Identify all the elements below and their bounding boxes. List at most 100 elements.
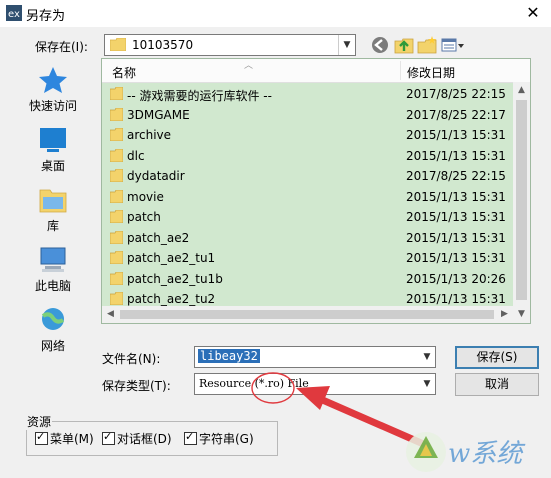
column-header-date[interactable]: 修改日期	[407, 64, 455, 81]
file-date: 2017/8/25 22:17	[406, 107, 506, 122]
folder-icon	[110, 87, 123, 100]
save-in-combo[interactable]: 10103570 ▼	[104, 34, 356, 56]
resources-title: 资源	[26, 413, 53, 430]
filename-value: libeay32	[198, 349, 260, 363]
file-name: patch_ae2_tu1	[127, 251, 216, 265]
desktop-icon	[40, 128, 66, 152]
close-button[interactable]: ✕	[523, 3, 543, 23]
file-date: 2015/1/13 15:31	[406, 189, 506, 204]
library-icon	[39, 189, 67, 213]
folder-icon	[110, 292, 123, 305]
list-item[interactable]: dlc 2015/1/13 15:31	[102, 146, 512, 166]
title-bar	[0, 0, 551, 27]
place-label: 此电脑	[34, 279, 71, 293]
new-folder-icon[interactable]	[417, 35, 437, 55]
file-name: dlc	[127, 148, 145, 163]
place-label: 库	[46, 219, 59, 233]
checkbox-checked-icon[interactable]	[35, 430, 48, 445]
place-label: 桌面	[40, 159, 65, 173]
dialog-checkbox[interactable]: 对话框(D)	[102, 430, 172, 447]
list-item[interactable]: patch_ae2_tu1b 2015/1/13 20:26	[102, 269, 512, 289]
sort-caret-icon: ︿	[244, 61, 254, 71]
file-name: patch_ae2_tu1b	[127, 271, 223, 286]
place-label: 快速访问	[28, 99, 77, 113]
back-icon[interactable]	[370, 35, 390, 55]
place-quick-access[interactable]: 快速访问	[18, 66, 88, 114]
list-item[interactable]: -- 游戏需要的运行库软件 -- 2017/8/25 22:15	[102, 84, 512, 104]
file-name: movie	[127, 189, 164, 204]
horizontal-scrollbar[interactable]: ◀ ▶	[102, 306, 513, 323]
watermark-logo: w系统	[406, 432, 526, 472]
folder-icon	[110, 230, 123, 244]
chevron-down-icon[interactable]: ▼	[419, 347, 435, 367]
file-name: patch_ae2	[127, 230, 190, 245]
computer-icon	[40, 247, 66, 272]
scroll-left-icon[interactable]: ◀	[102, 306, 119, 323]
chevron-down-icon[interactable]: ▼	[338, 35, 355, 55]
network-icon	[41, 308, 65, 330]
list-item[interactable]: patch 2015/1/13 15:31	[102, 207, 512, 227]
file-name: dydatadir	[127, 169, 185, 183]
file-date: 2015/1/13 15:31	[406, 230, 506, 245]
folder-icon	[110, 251, 123, 264]
app-icon: ex	[6, 5, 22, 21]
file-date: 2015/1/13 20:26	[406, 271, 506, 286]
file-date: 2017/8/25 22:15	[406, 169, 506, 183]
file-date: 2015/1/13 15:31	[406, 210, 506, 224]
file-name: patch_ae2_tu2	[127, 292, 216, 306]
save-button[interactable]: 保存(S)	[455, 346, 539, 369]
folder-icon	[110, 210, 123, 223]
checkbox-checked-icon[interactable]	[184, 430, 197, 445]
list-item[interactable]: archive 2015/1/13 15:31	[102, 125, 512, 145]
scroll-thumb[interactable]	[516, 100, 527, 300]
filename-input[interactable]: libeay32 ▼	[194, 346, 436, 368]
list-item[interactable]: patch_ae2_tu1 2015/1/13 15:31	[102, 248, 512, 268]
column-divider[interactable]	[400, 61, 401, 80]
scroll-thumb[interactable]	[120, 310, 494, 319]
place-library[interactable]: 库	[18, 186, 88, 234]
list-item[interactable]: movie 2015/1/13 15:31	[102, 187, 512, 207]
svg-text:ex: ex	[8, 9, 20, 20]
file-date: 2015/1/13 15:31	[406, 292, 506, 306]
folder-icon	[110, 148, 123, 162]
cancel-button[interactable]: 取消	[455, 373, 539, 396]
file-date: 2015/1/13 15:31	[406, 251, 506, 265]
file-date: 2017/8/25 22:15	[406, 87, 506, 101]
list-item[interactable]: dydatadir 2017/8/25 22:15	[102, 166, 512, 186]
folder-icon	[110, 271, 123, 285]
vertical-scrollbar[interactable]: ▲ ▼	[513, 82, 530, 323]
folder-icon	[110, 107, 123, 121]
place-network[interactable]: 网络	[18, 306, 88, 354]
place-this-pc[interactable]: 此电脑	[18, 246, 88, 294]
file-name: 3DMGAME	[127, 107, 190, 122]
checkbox-label: 对话框(D)	[117, 432, 172, 446]
menu-checkbox[interactable]: 菜单(M)	[35, 430, 94, 447]
folder-icon	[110, 38, 126, 51]
filetype-label: 保存类型(T):	[102, 379, 171, 393]
checkbox-label: 菜单(M)	[50, 432, 94, 446]
svg-text:w系统: w系统	[448, 439, 526, 469]
column-header-name[interactable]: 名称	[112, 64, 136, 81]
file-name: archive	[127, 128, 172, 142]
file-list[interactable]: ︿ 名称 修改日期 -- 游戏需要的运行库软件 -- 2017/8/25 22:1…	[101, 58, 531, 324]
folder-icon	[110, 128, 123, 141]
folder-icon	[110, 169, 123, 182]
scroll-down-icon[interactable]: ▼	[513, 306, 530, 323]
list-item[interactable]: patch_ae2 2015/1/13 15:31	[102, 228, 512, 248]
up-folder-icon[interactable]	[394, 35, 414, 55]
view-menu-icon[interactable]	[440, 35, 466, 55]
scroll-right-icon[interactable]: ▶	[496, 306, 513, 323]
window-title: 另存为	[26, 9, 66, 24]
list-item[interactable]: 3DMGAME 2017/8/25 22:17	[102, 105, 512, 125]
string-checkbox[interactable]: 字符串(G)	[184, 430, 254, 447]
folder-icon	[110, 189, 123, 203]
checkbox-label: 字符串(G)	[199, 432, 254, 446]
place-desktop[interactable]: 桌面	[18, 126, 88, 174]
scroll-up-icon[interactable]: ▲	[513, 82, 530, 99]
checkbox-checked-icon[interactable]	[102, 430, 115, 445]
file-name: patch	[127, 210, 161, 224]
list-header: ︿ 名称 修改日期	[102, 59, 530, 83]
filename-label: 文件名(N):	[102, 352, 161, 366]
save-in-value: 10103570	[132, 38, 194, 52]
save-in-label: 保存在(I):	[35, 40, 88, 54]
